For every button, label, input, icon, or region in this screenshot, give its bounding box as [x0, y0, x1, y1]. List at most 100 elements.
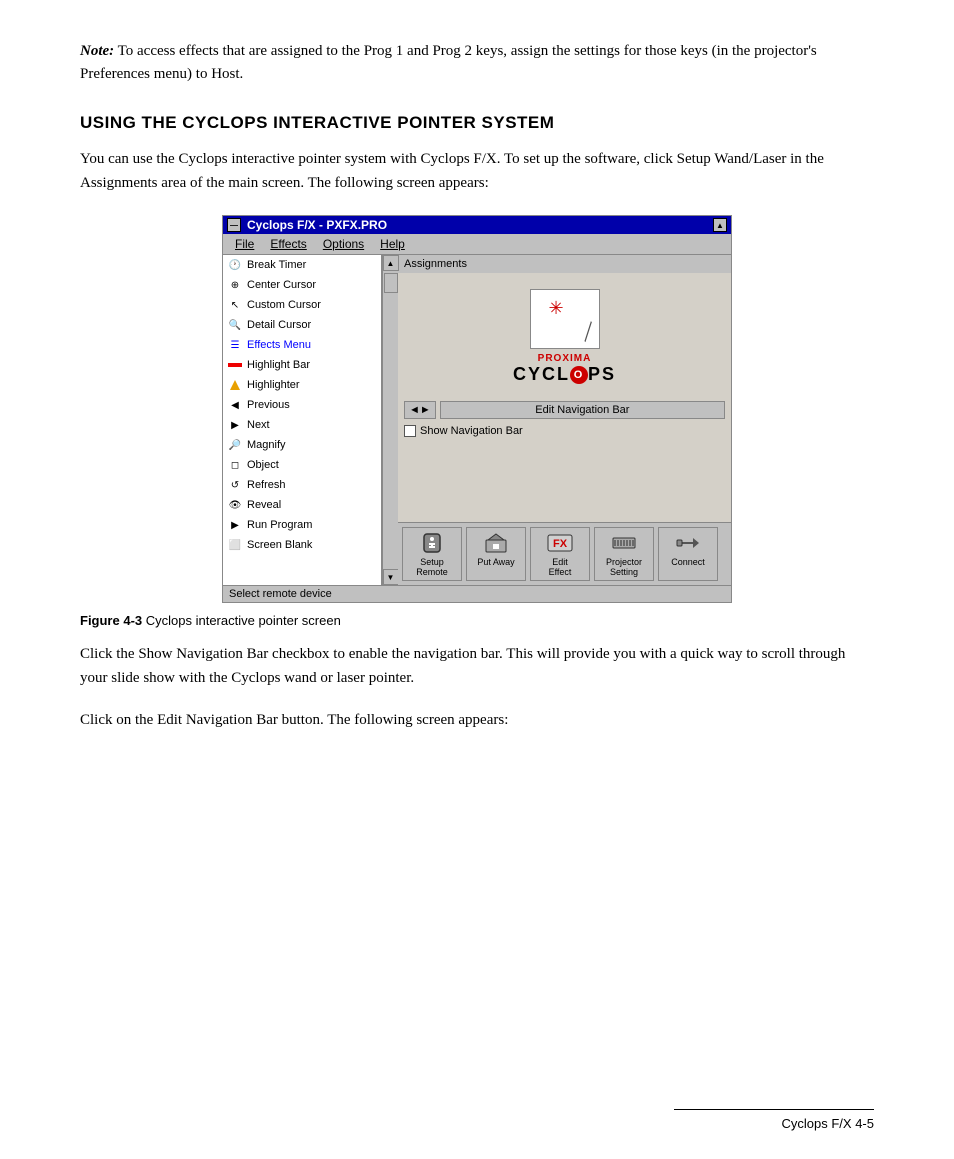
list-item-previous[interactable]: ◀ Previous [223, 395, 381, 415]
edit-effect-label: Edit Effect [549, 557, 572, 577]
assignments-label: Assignments [398, 255, 731, 273]
list-item-center-cursor[interactable]: ⊕ Center Cursor [223, 275, 381, 295]
cyclops-text-cycl: CYCL [513, 364, 570, 385]
section-heading: USING THE CYCLOPS INTERACTIVE POINTER SY… [80, 113, 874, 133]
assignments-panel: Assignments ✳ ╲ PROXIMA CYCLOPS [398, 255, 731, 585]
projector-setting-button[interactable]: Projector Setting [594, 527, 654, 581]
cyclops-o: O [570, 366, 588, 384]
list-label-break-timer: Break Timer [247, 259, 306, 271]
note-text: To access effects that are assigned to t… [80, 43, 817, 82]
menu-file[interactable]: File [227, 236, 262, 252]
show-nav-row: Show Navigation Bar [404, 425, 523, 437]
refresh-icon: ↺ [227, 477, 243, 493]
connect-icon [674, 531, 702, 555]
list-label-refresh: Refresh [247, 479, 286, 491]
menubar: File Effects Options Help [223, 234, 731, 255]
list-label-magnify: Magnify [247, 439, 286, 451]
effects-list: 🕐 Break Timer ⊕ Center Cursor ↖ Custom C… [223, 255, 382, 585]
list-item-detail-cursor[interactable]: 🔍 Detail Cursor [223, 315, 381, 335]
cyclops-text-ps: PS [588, 364, 616, 385]
next-icon: ▶ [227, 417, 243, 433]
custom-cursor-icon: ↖ [227, 297, 243, 313]
put-away-icon [482, 531, 510, 555]
list-label-run-program: Run Program [247, 519, 312, 531]
magnify-icon: 🔎 [227, 437, 243, 453]
menu-options[interactable]: Options [315, 236, 372, 252]
window-titlebar: — Cyclops F/X - PXFX.PRO ▲ [223, 216, 731, 234]
put-away-button[interactable]: Put Away [466, 527, 526, 581]
list-item-next[interactable]: ▶ Next [223, 415, 381, 435]
effects-menu-icon: ☰ [227, 337, 243, 353]
list-item-screen-blank[interactable]: ⬜ Screen Blank [223, 535, 381, 555]
menu-effects[interactable]: Effects [262, 236, 314, 252]
list-label-effects-menu: Effects Menu [247, 339, 311, 351]
list-item-custom-cursor[interactable]: ↖ Custom Cursor [223, 295, 381, 315]
show-nav-checkbox[interactable] [404, 425, 416, 437]
list-item-reveal[interactable]: 👁 Reveal [223, 495, 381, 515]
body-text-2: Click the Show Navigation Bar checkbox t… [80, 642, 874, 690]
detail-cursor-icon: 🔍 [227, 317, 243, 333]
footer-text: Cyclops F/X 4-5 [782, 1116, 874, 1131]
left-panel-wrapper: 🕐 Break Timer ⊕ Center Cursor ↖ Custom C… [223, 255, 398, 585]
svg-text:FX: FX [553, 538, 568, 550]
statusbar: Select remote device [223, 585, 731, 602]
figure-caption-text: Cyclops interactive pointer screen [142, 613, 341, 628]
logo-box: ✳ ╲ [530, 289, 600, 349]
list-item-highlight-bar[interactable]: Highlight Bar [223, 355, 381, 375]
list-item-break-timer[interactable]: 🕐 Break Timer [223, 255, 381, 275]
cyclops-logo-area: ✳ ╲ PROXIMA CYCLOPS [404, 289, 725, 385]
assignments-area: ✳ ╲ PROXIMA CYCLOPS ◄► Edit Navigation B… [398, 273, 731, 522]
screen-blank-icon: ⬜ [227, 537, 243, 553]
edit-effect-icon: FX [546, 531, 574, 555]
previous-icon: ◀ [227, 397, 243, 413]
list-item-refresh[interactable]: ↺ Refresh [223, 475, 381, 495]
connect-label: Connect [671, 557, 705, 567]
edit-effect-button[interactable]: FX Edit Effect [530, 527, 590, 581]
put-away-label: Put Away [477, 557, 514, 567]
note-block: Note: To access effects that are assigne… [80, 40, 874, 85]
list-label-custom-cursor: Custom Cursor [247, 299, 321, 311]
connect-button[interactable]: Connect [658, 527, 718, 581]
setup-remote-button[interactable]: Setup Remote [402, 527, 462, 581]
setup-remote-label: Setup Remote [416, 557, 448, 577]
maximize-button[interactable]: ▲ [713, 218, 727, 232]
highlighter-icon [227, 377, 243, 393]
object-icon: ◻ [227, 457, 243, 473]
list-item-run-program[interactable]: ▶ Run Program [223, 515, 381, 535]
scroll-down-arrow[interactable]: ▼ [383, 569, 399, 585]
center-cursor-icon: ⊕ [227, 277, 243, 293]
sys-menu-button[interactable]: — [227, 218, 241, 232]
nav-arrows-button[interactable]: ◄► [404, 401, 436, 419]
list-label-reveal: Reveal [247, 499, 281, 511]
show-nav-label: Show Navigation Bar [420, 425, 523, 437]
list-scrollbar[interactable]: ▲ ▼ [382, 255, 398, 585]
reveal-icon: 👁 [227, 497, 243, 513]
setup-remote-icon [418, 531, 446, 555]
list-label-object: Object [247, 459, 279, 471]
list-label-previous: Previous [247, 399, 290, 411]
list-label-next: Next [247, 419, 270, 431]
window-body: 🕐 Break Timer ⊕ Center Cursor ↖ Custom C… [223, 255, 731, 585]
list-item-object[interactable]: ◻ Object [223, 455, 381, 475]
list-label-highlight-bar: Highlight Bar [247, 359, 310, 371]
list-label-highlighter: Highlighter [247, 379, 300, 391]
figure-label: Figure 4-3 [80, 613, 142, 628]
note-label: Note: [80, 43, 114, 59]
break-timer-icon: 🕐 [227, 257, 243, 273]
menu-help[interactable]: Help [372, 236, 413, 252]
list-item-magnify[interactable]: 🔎 Magnify [223, 435, 381, 455]
scroll-thumb[interactable] [384, 273, 398, 293]
scroll-up-arrow[interactable]: ▲ [383, 255, 399, 271]
body-text-1: You can use the Cyclops interactive poin… [80, 147, 874, 195]
list-label-detail-cursor: Detail Cursor [247, 319, 311, 331]
screenshot-window: — Cyclops F/X - PXFX.PRO ▲ File Effects … [222, 215, 732, 603]
list-item-highlighter[interactable]: Highlighter [223, 375, 381, 395]
edit-nav-bar-button[interactable]: Edit Navigation Bar [440, 401, 725, 419]
list-label-screen-blank: Screen Blank [247, 539, 312, 551]
figure-caption: Figure 4-3 Cyclops interactive pointer s… [80, 613, 874, 628]
titlebar-left: — Cyclops F/X - PXFX.PRO [227, 218, 387, 232]
window-title: Cyclops F/X - PXFX.PRO [247, 218, 387, 232]
logo-arrow: ╲ [577, 322, 598, 343]
list-item-effects-menu[interactable]: ☰ Effects Menu [223, 335, 381, 355]
proxima-text: PROXIMA [538, 353, 592, 364]
